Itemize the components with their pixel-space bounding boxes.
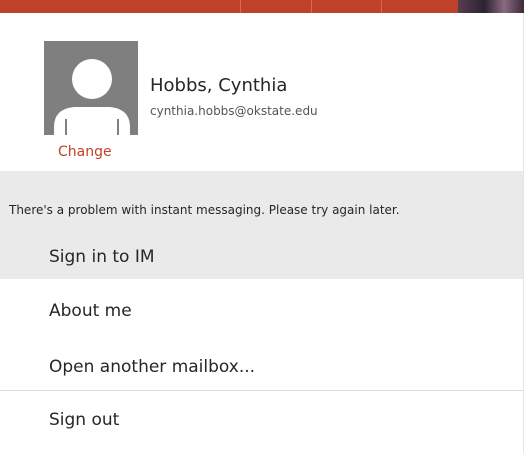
change-photo-link[interactable]: Change	[58, 144, 112, 160]
header-avatar-edge	[458, 0, 524, 13]
about-me-menu-item[interactable]: About me	[0, 289, 523, 333]
im-error-banner: There's a problem with instant messaging…	[0, 171, 523, 236]
header-divider	[311, 0, 312, 13]
avatar	[44, 41, 138, 135]
user-display-name: Hobbs, Cynthia	[150, 75, 288, 96]
menu-divider	[0, 390, 523, 391]
account-panel: Change Hobbs, Cynthia cynthia.hobbs@okst…	[0, 13, 524, 453]
sign-in-im-menu-item[interactable]: Sign in to IM	[0, 236, 523, 279]
person-silhouette-icon	[44, 41, 138, 135]
open-another-mailbox-menu-item[interactable]: Open another mailbox...	[0, 345, 523, 389]
sign-out-menu-item[interactable]: Sign out	[0, 398, 523, 442]
user-email: cynthia.hobbs@okstate.edu	[150, 104, 318, 118]
header-divider	[381, 0, 382, 13]
im-error-message: There's a problem with instant messaging…	[9, 203, 400, 217]
app-header-strip	[0, 0, 524, 13]
header-divider	[240, 0, 241, 13]
account-flyout-screen: Change Hobbs, Cynthia cynthia.hobbs@okst…	[0, 0, 524, 453]
